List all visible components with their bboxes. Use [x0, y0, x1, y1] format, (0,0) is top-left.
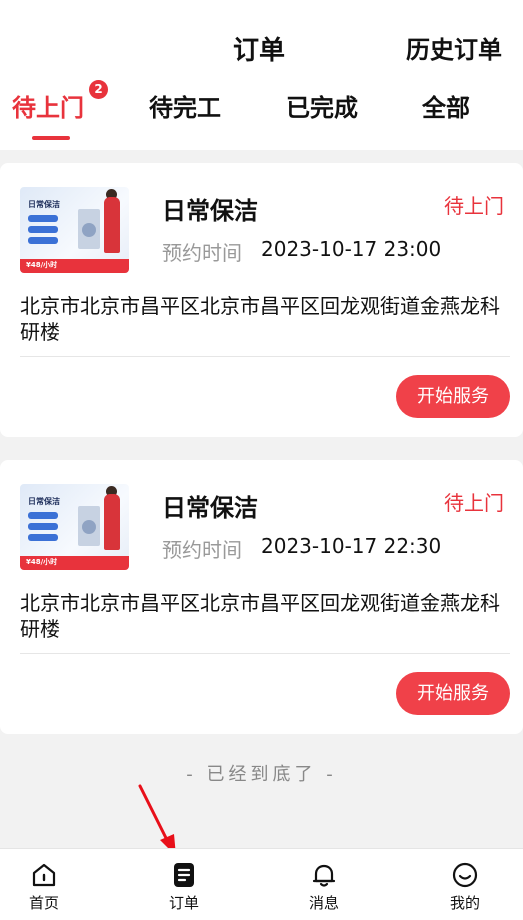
- end-of-list-note: - 已经到底了 -: [186, 764, 337, 785]
- bell-icon: [312, 864, 336, 887]
- appointment-time-label: 预约时间: [162, 241, 242, 265]
- tab-all[interactable]: 全部: [422, 88, 470, 123]
- tabbar-label: 首页: [28, 894, 59, 912]
- appointment-time-label: 预约时间: [162, 538, 242, 562]
- thumbnail-title: 日常保洁: [28, 497, 60, 506]
- order-status-tabs: 待上门 待完工 已完成 全部: [0, 84, 523, 144]
- tabbar-item-orders[interactable]: 订单: [144, 849, 224, 920]
- tabbar-label: 消息: [308, 894, 339, 912]
- card-divider: [20, 653, 510, 654]
- thumbnail-title: 日常保洁: [28, 200, 60, 209]
- thumbnail-price: ¥48/小时: [26, 261, 58, 269]
- washing-machine-drum: [82, 223, 96, 237]
- active-tab-indicator: [32, 136, 70, 140]
- service-name: 日常保洁: [162, 494, 258, 522]
- bottom-tab-bar: 首页 订单 消息 我的: [0, 848, 523, 920]
- washing-machine-drum: [82, 520, 96, 534]
- tab-completed[interactable]: 已完成: [286, 88, 358, 123]
- thumbnail-tag: [28, 237, 58, 244]
- service-thumbnail: 日常保洁 ¥48/小时: [20, 484, 129, 570]
- thumbnail-tag: [28, 523, 58, 530]
- order-icon: [174, 863, 194, 887]
- smile-icon: [452, 862, 478, 888]
- header: 订单 历史订单 待上门 待完工 已完成 全部 2: [0, 0, 523, 150]
- thumbnail-tag: [28, 226, 58, 233]
- thumbnail-tag: [28, 512, 58, 519]
- order-card[interactable]: 日常保洁 ¥48/小时 日常保洁 待上门 预约时间 2023-10-17 23:…: [0, 163, 523, 437]
- history-orders-link[interactable]: 历史订单: [406, 30, 502, 65]
- pending-count-badge: 2: [89, 80, 108, 99]
- thumbnail-price: ¥48/小时: [26, 558, 58, 566]
- order-status: 待上门: [444, 194, 504, 218]
- tab-pending-visit[interactable]: 待上门: [12, 88, 84, 123]
- tabbar-item-messages[interactable]: 消息: [284, 849, 364, 920]
- thumbnail-tag: [28, 215, 58, 222]
- tab-pending-completion[interactable]: 待完工: [149, 88, 221, 123]
- service-thumbnail: 日常保洁 ¥48/小时: [20, 187, 129, 273]
- order-status: 待上门: [444, 491, 504, 515]
- thumbnail-tag: [28, 534, 58, 541]
- cleaner-illustration: [104, 494, 120, 550]
- appointment-time: 2023-10-17 22:30: [261, 534, 442, 558]
- tabbar-item-home[interactable]: 首页: [4, 849, 84, 920]
- home-icon: [32, 863, 56, 887]
- tabbar-label: 订单: [168, 894, 199, 912]
- start-service-button[interactable]: 开始服务: [396, 375, 510, 418]
- order-card[interactable]: 日常保洁 ¥48/小时 日常保洁 待上门 预约时间 2023-10-17 22:…: [0, 460, 523, 734]
- card-divider: [20, 356, 510, 357]
- page-title: 订单: [233, 36, 286, 66]
- tabbar-label: 我的: [449, 894, 480, 912]
- service-address: 北京市北京市昌平区北京市昌平区回龙观街道金燕龙科研楼: [20, 294, 500, 344]
- service-name: 日常保洁: [162, 197, 258, 225]
- appointment-time: 2023-10-17 23:00: [261, 237, 442, 261]
- cleaner-illustration: [104, 197, 120, 253]
- start-service-button[interactable]: 开始服务: [396, 672, 510, 715]
- tabbar-item-profile[interactable]: 我的: [425, 849, 505, 920]
- service-address: 北京市北京市昌平区北京市昌平区回龙观街道金燕龙科研楼: [20, 591, 500, 641]
